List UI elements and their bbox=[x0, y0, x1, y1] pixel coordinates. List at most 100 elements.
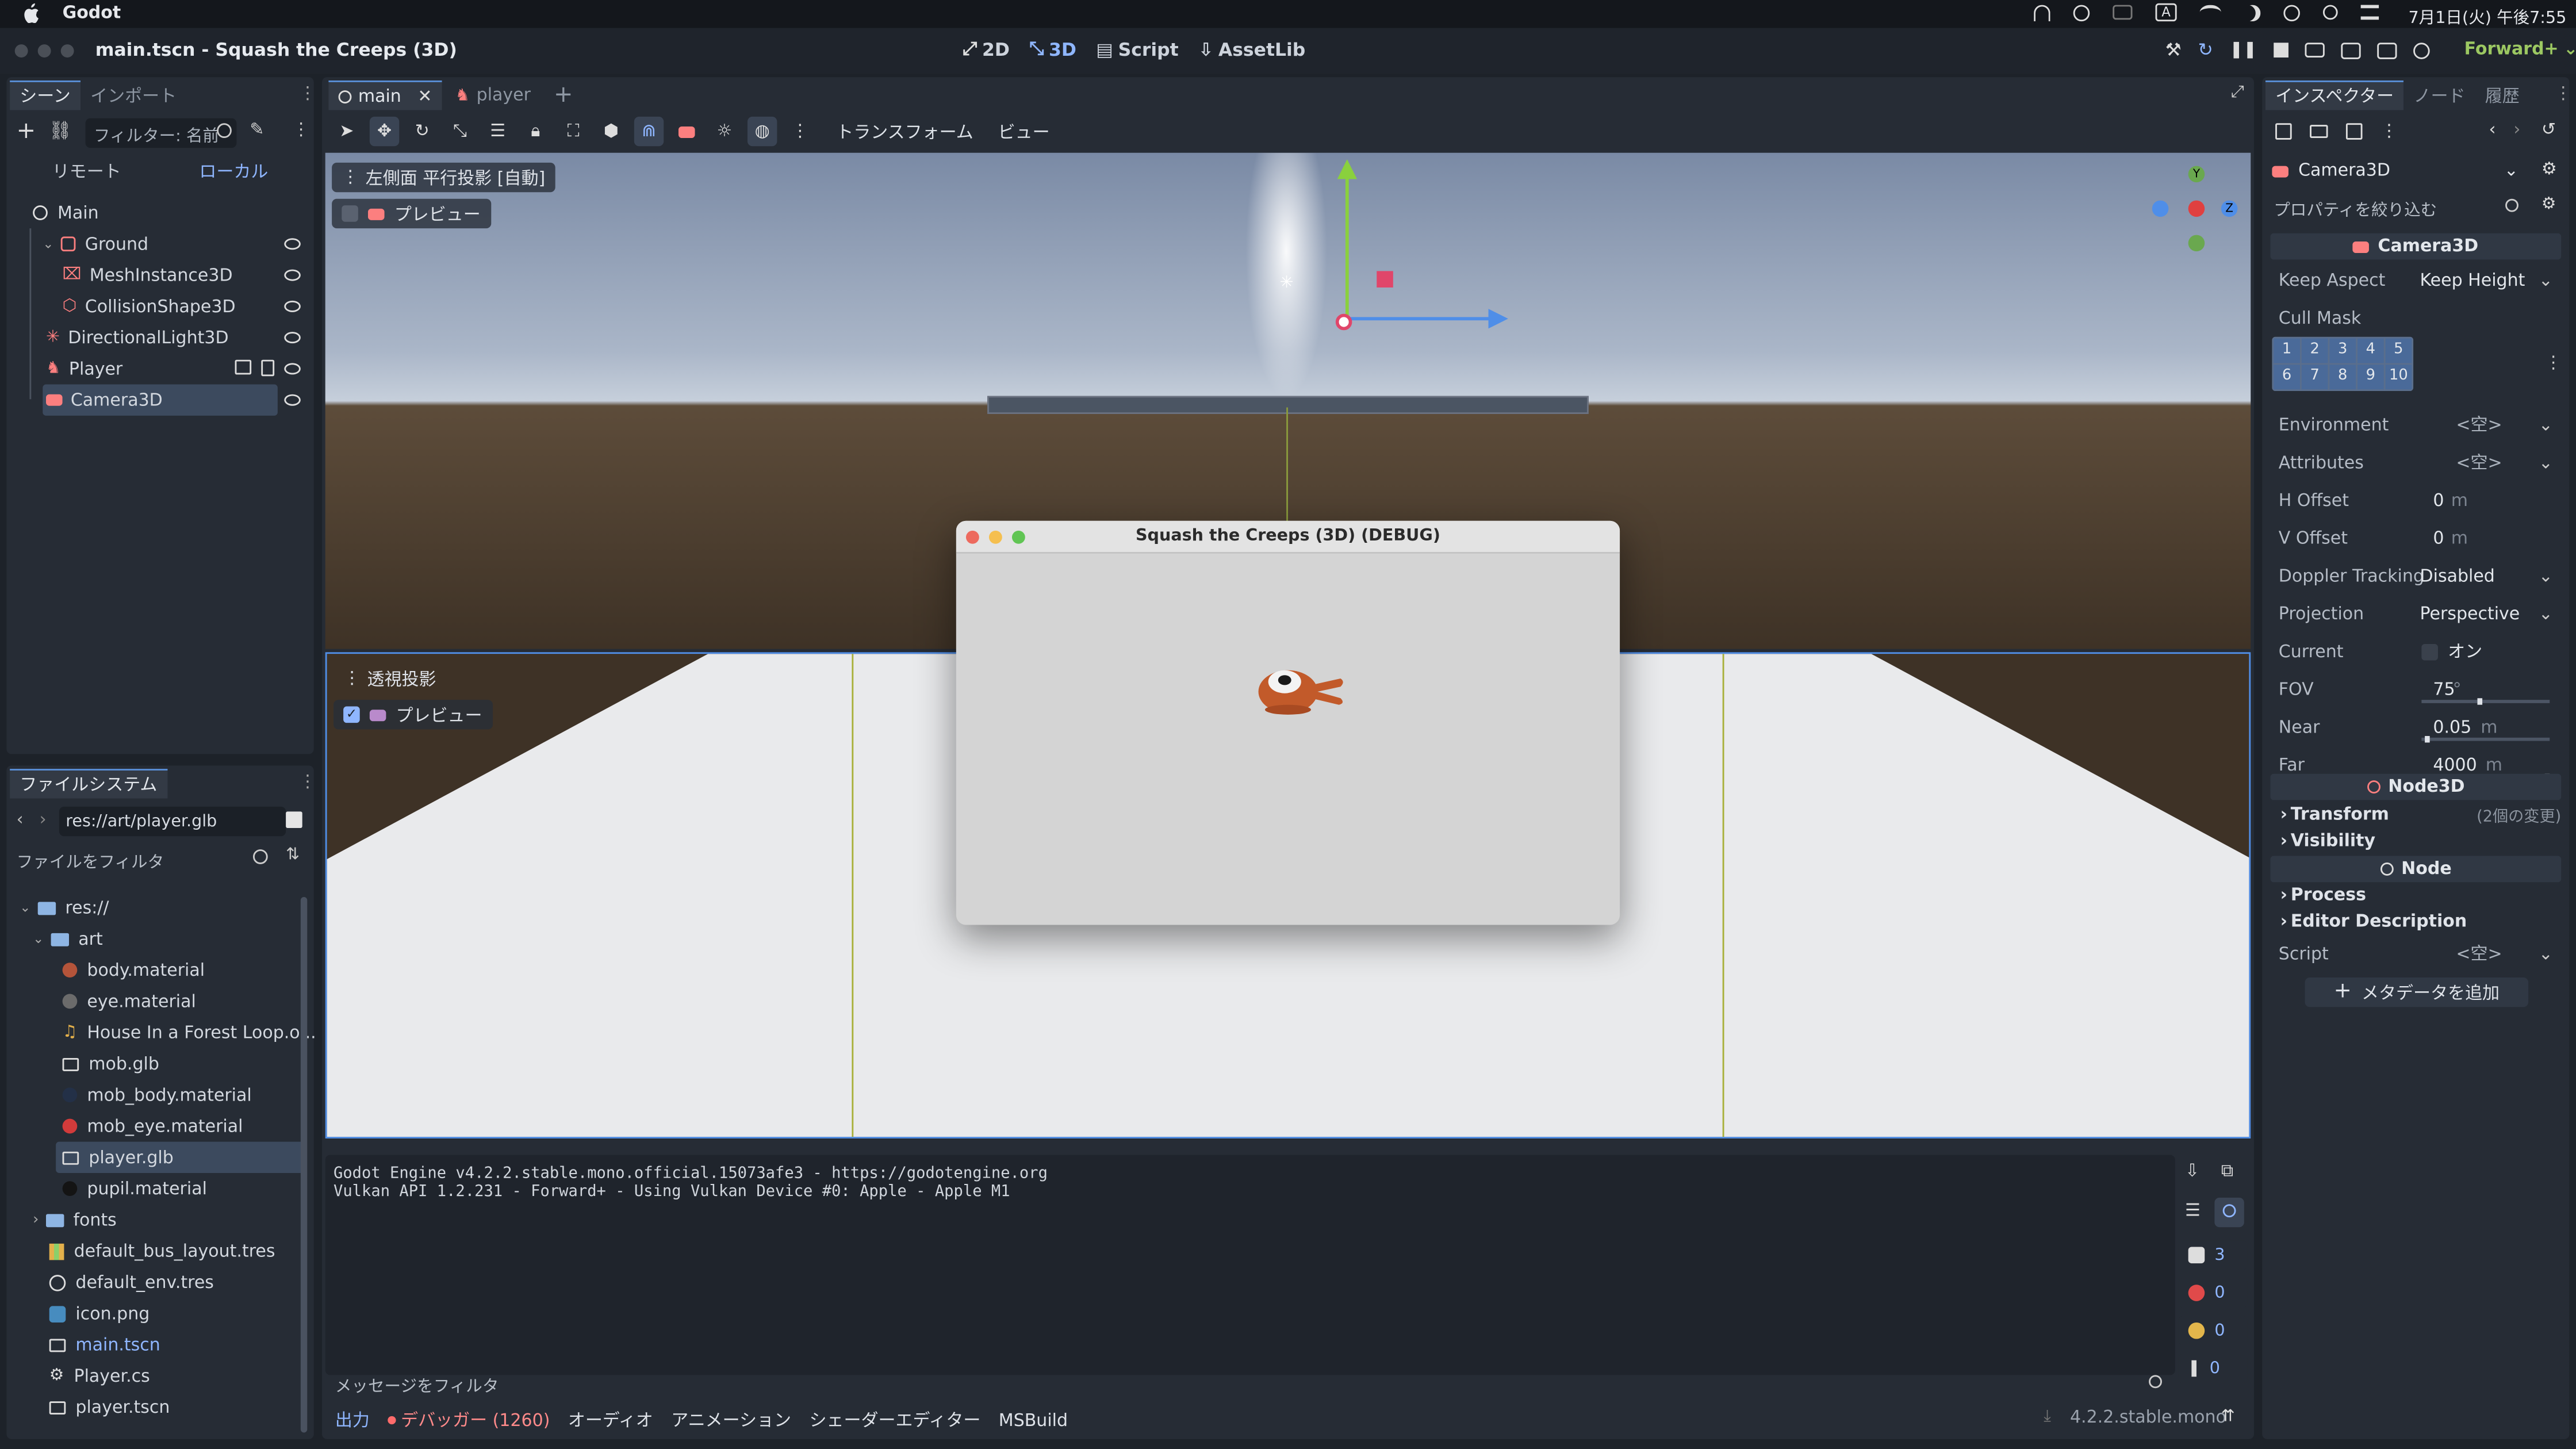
preview-checkbox-checked[interactable]: ✓ bbox=[343, 706, 360, 723]
file-item-default-env[interactable]: default_env.tres bbox=[6, 1267, 305, 1298]
local-space-icon[interactable]: ⬢ bbox=[596, 117, 626, 146]
tab-node[interactable]: ノード bbox=[2404, 80, 2475, 110]
environment-toggle-icon[interactable]: ◍ bbox=[747, 116, 777, 147]
filesystem-scrollbar[interactable] bbox=[300, 896, 308, 1433]
apple-icon[interactable] bbox=[23, 3, 40, 23]
close-icon[interactable]: ✕ bbox=[417, 86, 432, 106]
gizmo-x-ball[interactable] bbox=[2188, 200, 2205, 217]
collapse-icon[interactable]: ☰ bbox=[2185, 1201, 2201, 1221]
account-icon[interactable] bbox=[2283, 4, 2300, 21]
tab-animation[interactable]: アニメーション bbox=[671, 1408, 791, 1433]
sort-icon[interactable]: ⇅ bbox=[286, 846, 300, 864]
tree-item-meshinstance3d[interactable]: ⌧ MeshInstance3D bbox=[6, 259, 313, 290]
gizmo-y-ball[interactable]: Y bbox=[2188, 166, 2205, 183]
tree-item-ground[interactable]: ⌄ Ground bbox=[6, 228, 313, 259]
warnings-toggle[interactable]: 0 bbox=[2178, 1316, 2248, 1346]
view-gizmo[interactable]: Y Z bbox=[2145, 163, 2244, 258]
scene-filter-input[interactable]: フィルター: 名前 bbox=[85, 118, 237, 148]
version-label[interactable]: 4.2.2.stable.mono bbox=[2070, 1408, 2226, 1428]
tree-item-camera3d[interactable]: Camera3D bbox=[43, 384, 278, 416]
file-item-mob-eye-material[interactable]: mob_eye.material bbox=[6, 1110, 305, 1141]
cull-layer-7[interactable]: 7 bbox=[2301, 365, 2328, 390]
menu-bar-clock[interactable]: 7月1日(火) 午後7:55 bbox=[2409, 3, 2567, 28]
file-item-house-music[interactable]: ♫ House In a Forest Loop.o... bbox=[6, 1017, 316, 1048]
cull-layer-3[interactable]: 3 bbox=[2329, 338, 2356, 363]
tab-output[interactable]: 出力 bbox=[335, 1408, 370, 1433]
tab-filesystem[interactable]: ファイルシステム bbox=[10, 769, 167, 799]
expand-bottom-panel-icon[interactable]: ⇈ bbox=[2221, 1408, 2235, 1426]
help-icon[interactable] bbox=[2073, 4, 2090, 21]
save-icon[interactable] bbox=[2345, 123, 2363, 140]
snap-icon[interactable]: ⋒ bbox=[634, 116, 664, 147]
scale-mode-icon[interactable]: ⤡ bbox=[445, 117, 474, 146]
viewport-bottom-label[interactable]: ⋮ 透視投影 bbox=[334, 664, 446, 693]
cull-layer-10[interactable]: 10 bbox=[2385, 365, 2412, 390]
cull-layer-2[interactable]: 2 bbox=[2301, 338, 2328, 363]
view-menu[interactable]: ビュー bbox=[998, 119, 1050, 144]
gizmo-y-arrow[interactable] bbox=[1337, 159, 1357, 179]
cull-layer-9[interactable]: 9 bbox=[2357, 365, 2384, 390]
wifi-icon[interactable] bbox=[2199, 5, 2221, 20]
visibility-eye-icon[interactable] bbox=[284, 363, 301, 375]
renderer-selector[interactable]: Forward+⌄ bbox=[2464, 40, 2576, 59]
file-item-art[interactable]: ⌄ art bbox=[6, 923, 305, 954]
far-field[interactable]: 4000 bbox=[2433, 755, 2477, 775]
file-item-eye-material[interactable]: eye.material bbox=[6, 986, 305, 1017]
gizmo-y-axis[interactable] bbox=[1345, 166, 1349, 322]
cull-layer-4[interactable]: 4 bbox=[2357, 338, 2384, 363]
more-options-icon[interactable]: ⋮ bbox=[785, 117, 815, 146]
file-item-player-cs[interactable]: ⚙ Player.cs bbox=[6, 1360, 305, 1392]
fov-field[interactable]: 75 bbox=[2433, 679, 2455, 699]
spotlight-search-icon[interactable] bbox=[2322, 5, 2338, 20]
tab-inspector[interactable]: インスペクター bbox=[2265, 80, 2404, 110]
transform-menu[interactable]: トランスフォーム bbox=[836, 119, 973, 144]
lock-icon[interactable]: 🔒︎ bbox=[521, 117, 550, 146]
object-history-icon[interactable]: ↺ bbox=[2542, 120, 2556, 140]
object-settings-icon[interactable]: ⚙ bbox=[2542, 159, 2557, 179]
history-back-icon[interactable]: ‹ bbox=[2489, 120, 2496, 140]
visibility-eye-icon[interactable] bbox=[284, 300, 301, 312]
current-checkbox[interactable] bbox=[2421, 643, 2438, 660]
attach-script-icon[interactable]: ✎ bbox=[250, 120, 264, 140]
keep-aspect-dropdown[interactable]: Keep Height bbox=[2420, 270, 2525, 290]
mode-2d-button[interactable]: ⤢ 2D bbox=[963, 38, 1010, 61]
visibility-group[interactable]: › Visibility bbox=[2271, 828, 2562, 854]
remote-debug-icon[interactable] bbox=[2305, 43, 2325, 57]
v-offset-field[interactable]: 0 bbox=[2433, 528, 2444, 548]
gizmo-neg-z-ball[interactable] bbox=[2152, 200, 2169, 217]
tab-audio[interactable]: オーディオ bbox=[568, 1408, 653, 1433]
script-attached-icon[interactable] bbox=[261, 359, 275, 377]
file-item-mob-glb[interactable]: mob.glb bbox=[6, 1048, 305, 1079]
errors-toggle[interactable]: 0 bbox=[2178, 1278, 2248, 1308]
near-slider-track[interactable] bbox=[2421, 737, 2550, 741]
clear-output-icon[interactable]: ⇩ bbox=[2185, 1162, 2199, 1181]
file-item-pupil-material[interactable]: pupil.material bbox=[6, 1173, 305, 1204]
scene-tab-main[interactable]: main ✕ bbox=[328, 80, 442, 110]
dock-menu-icon[interactable]: ⋮ bbox=[299, 772, 316, 792]
input-source-icon[interactable]: A bbox=[2155, 3, 2177, 22]
file-item-fonts[interactable]: › fonts bbox=[6, 1204, 305, 1235]
add-metadata-button[interactable]: + メタデータを追加 bbox=[2305, 977, 2529, 1007]
mode-3d-button[interactable]: ⤡ 3D bbox=[1029, 38, 1076, 61]
file-filter-input[interactable]: ファイルをフィルタ bbox=[13, 845, 276, 874]
fov-slider-track[interactable] bbox=[2421, 700, 2550, 703]
file-item-icon-png[interactable]: icon.png bbox=[6, 1298, 305, 1329]
property-options-icon[interactable]: ⚙ bbox=[2542, 195, 2556, 213]
remote-tab[interactable]: リモート bbox=[13, 159, 160, 183]
more-options-icon[interactable]: ⋮ bbox=[2380, 121, 2398, 141]
file-item-default-bus-layout[interactable]: default_bus_layout.tres bbox=[6, 1236, 305, 1267]
add-scene-tab-button[interactable]: + bbox=[544, 80, 583, 110]
script-resource-picker[interactable]: <空> bbox=[2456, 941, 2502, 966]
output-log[interactable]: Godot Engine v4.2.2.stable.mono.official… bbox=[325, 1155, 2175, 1375]
tab-history[interactable]: 履歴 bbox=[2475, 80, 2529, 110]
tree-item-player[interactable]: ♞ Player bbox=[6, 353, 313, 384]
messages-toggle[interactable]: 3 bbox=[2178, 1240, 2248, 1270]
new-resource-icon[interactable] bbox=[2275, 123, 2292, 140]
dock-menu-icon[interactable]: ⋮ bbox=[299, 84, 316, 103]
filesystem-path-input[interactable]: res://art/player.glb bbox=[59, 806, 286, 837]
pause-icon[interactable]: ❚❚ bbox=[2229, 41, 2257, 59]
file-item-res-root[interactable]: ⌄ res:// bbox=[6, 892, 305, 923]
tree-item-main[interactable]: Main bbox=[6, 197, 313, 228]
debug-game-window[interactable]: Squash the Creeps (3D) (DEBUG) bbox=[956, 520, 1620, 925]
split-mode-icon[interactable] bbox=[286, 811, 302, 828]
